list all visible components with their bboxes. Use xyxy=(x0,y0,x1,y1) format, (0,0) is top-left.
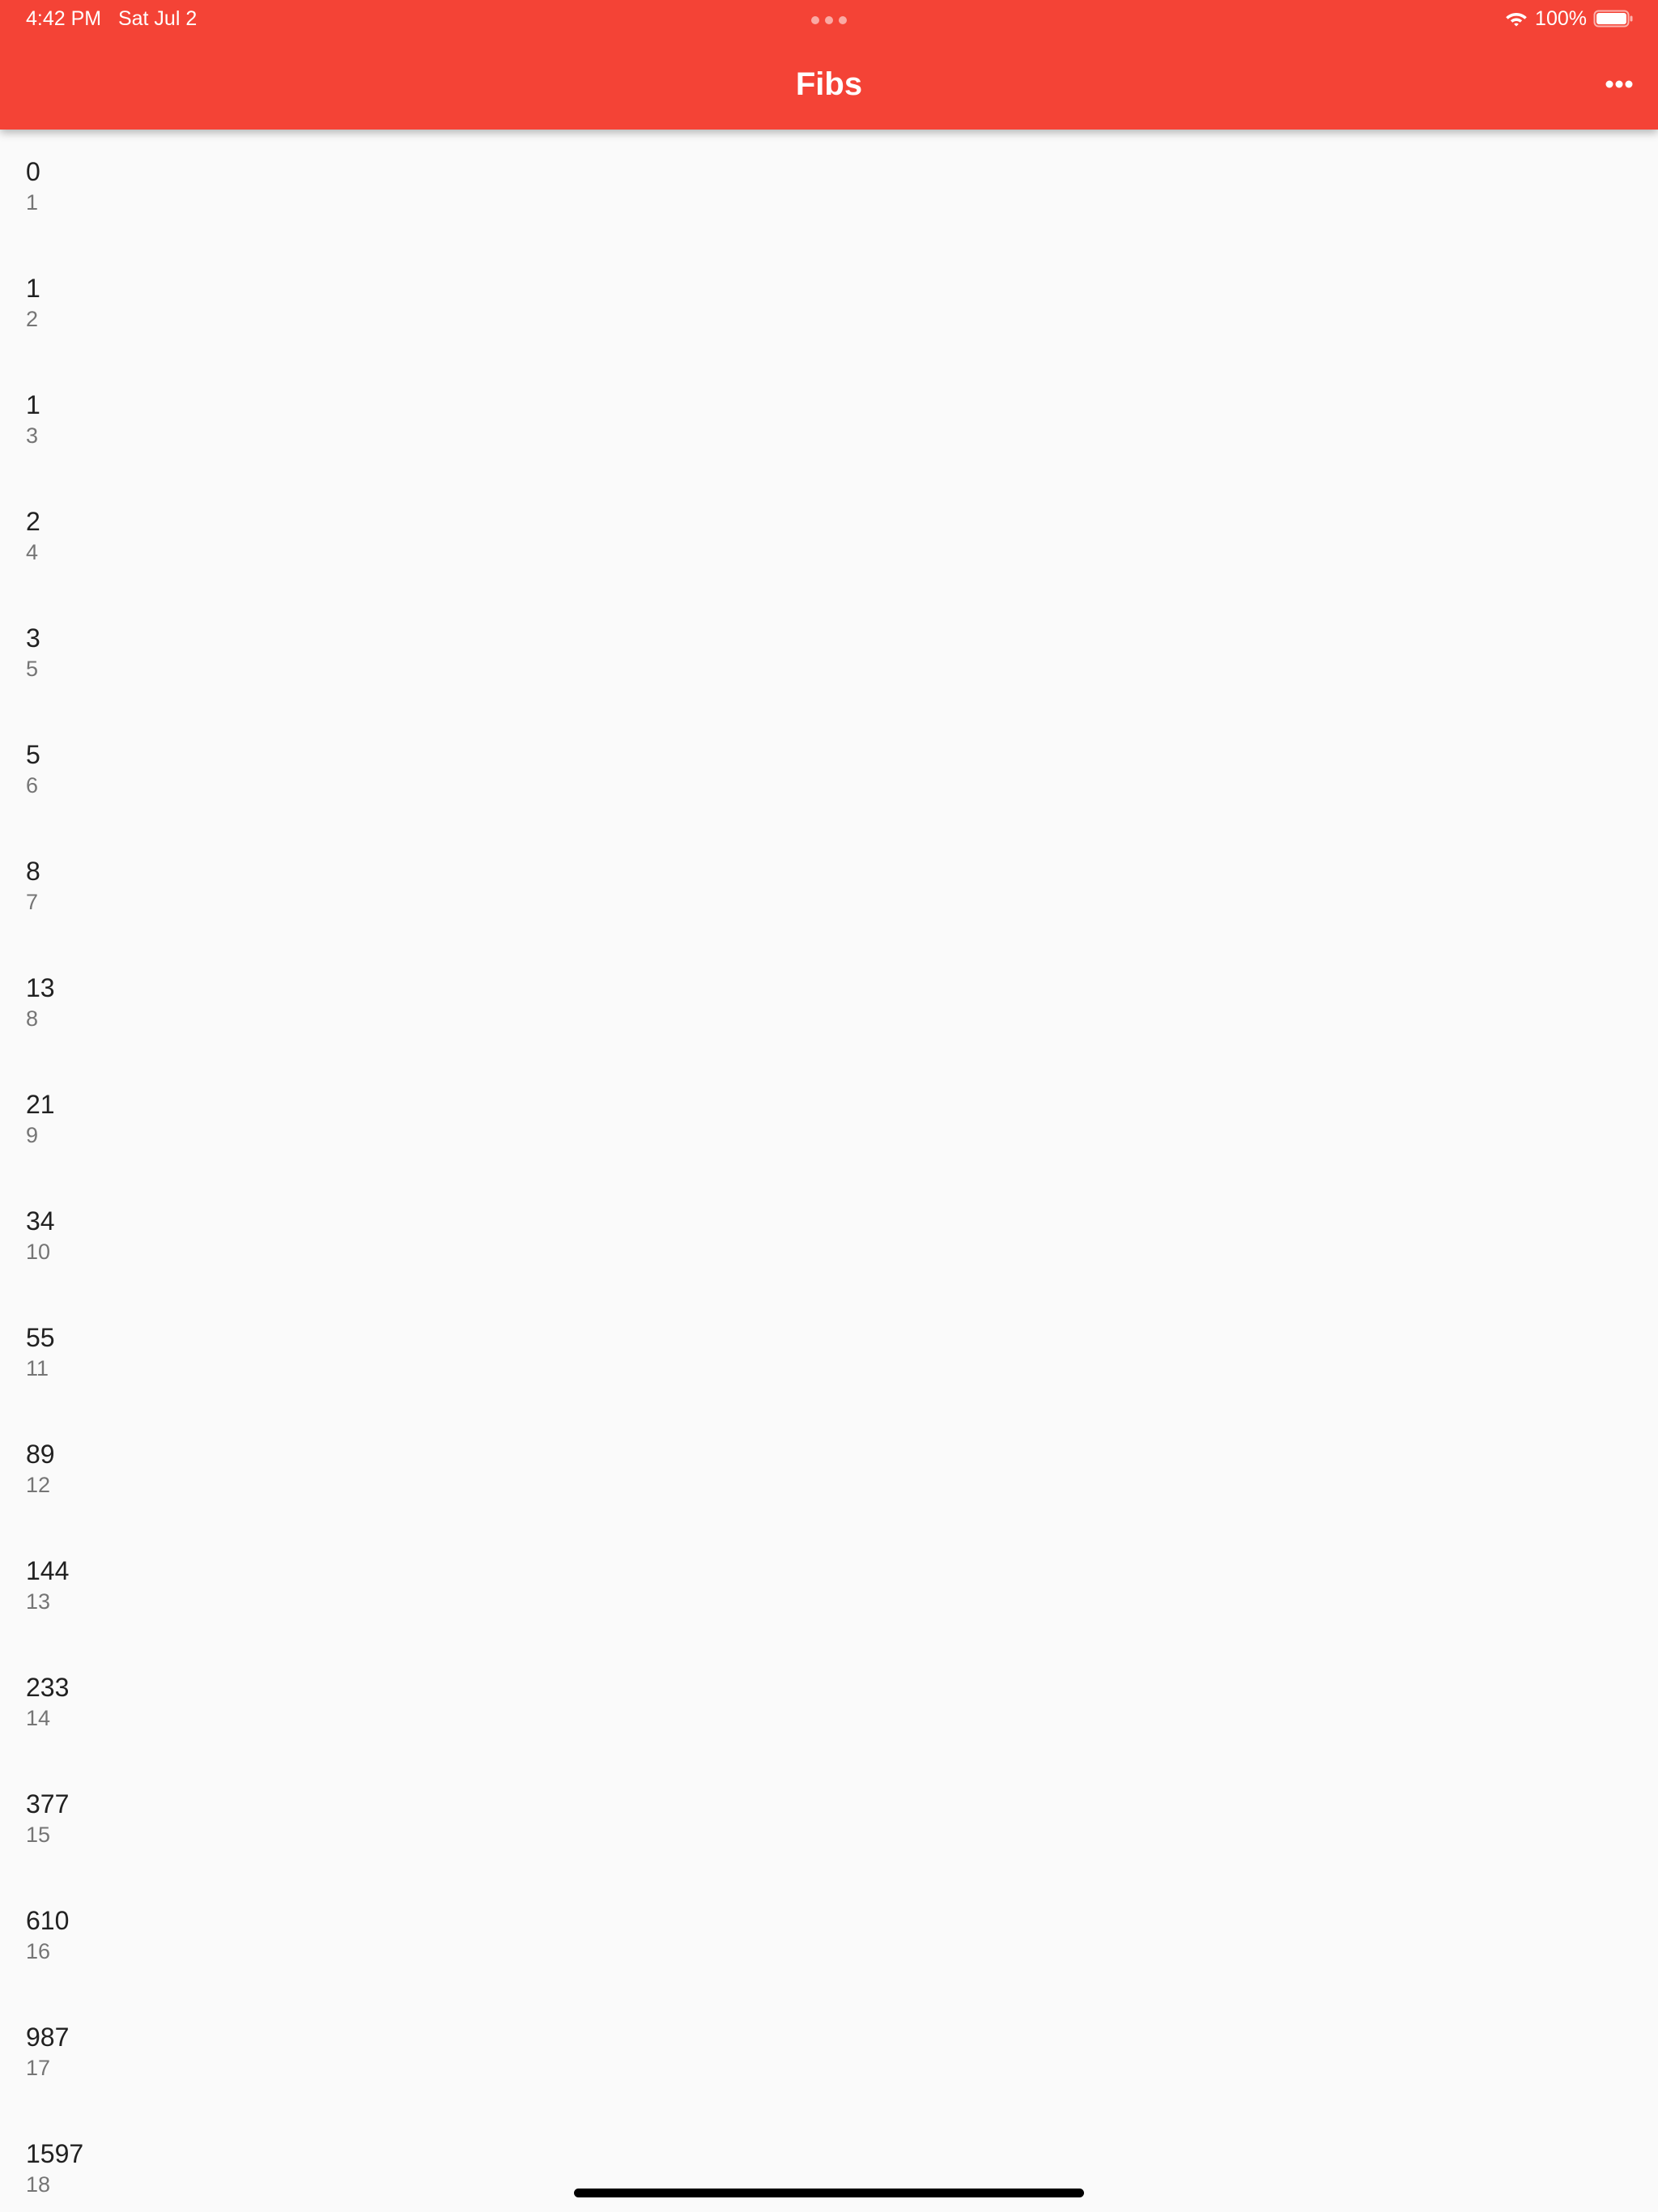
fibonacci-list[interactable]: 0 1 1 2 1 3 2 4 3 5 5 6 8 7 13 8 21 9 34 10 55 11 89 12 144 13 233… xyxy=(0,130,1658,2212)
page-title: Fibs xyxy=(795,66,863,102)
status-time-date: 4:42 PM Sat Jul 2 xyxy=(26,7,198,30)
list-item-subtitle: 1 xyxy=(26,190,39,215)
list-item-title: 610 xyxy=(26,1906,70,1935)
list-item-subtitle: 6 xyxy=(26,773,39,798)
list-item-title: 987 xyxy=(26,2023,70,2052)
app-bar: 4:42 PM Sat Jul 2 100% Fibs xyxy=(0,0,1658,130)
list-item-title: 55 xyxy=(26,1323,55,1352)
list-item-title: 1 xyxy=(26,274,40,303)
list-item-subtitle: 8 xyxy=(26,1006,39,1031)
list-item-title: 1 xyxy=(26,390,40,419)
list-item[interactable]: 87 xyxy=(0,829,1658,946)
list-item[interactable]: 144 13 xyxy=(0,1529,1658,1645)
battery-icon xyxy=(1593,10,1633,28)
list-item[interactable]: 56 xyxy=(0,713,1658,829)
list-item[interactable]: 24 xyxy=(0,479,1658,596)
list-item-subtitle: 7 xyxy=(26,890,39,914)
list-item-subtitle: 17 xyxy=(26,2056,51,2080)
battery-percentage: 100% xyxy=(1535,7,1587,30)
multitasking-dots-icon[interactable] xyxy=(811,16,847,24)
list-item-title: 1597 xyxy=(26,2139,84,2168)
list-item[interactable]: 21 9 xyxy=(0,1062,1658,1179)
wifi-icon xyxy=(1506,13,1527,27)
more-options-button[interactable] xyxy=(1588,62,1650,107)
list-item[interactable]: 987 17 xyxy=(0,1995,1658,2112)
list-item-title: 89 xyxy=(26,1440,55,1469)
home-indicator[interactable] xyxy=(574,2189,1084,2197)
list-item-title: 34 xyxy=(26,1206,55,1236)
list-item[interactable]: 01 xyxy=(0,130,1658,246)
list-item-title: 144 xyxy=(26,1556,70,1585)
list-item-subtitle: 15 xyxy=(26,1823,51,1847)
list-item-subtitle: 2 xyxy=(26,307,39,331)
more-horizontal-icon xyxy=(1605,80,1633,88)
list-item-subtitle: 16 xyxy=(26,1939,51,1963)
list-item-subtitle: 4 xyxy=(26,540,39,564)
list-item-title: 2 xyxy=(26,507,40,536)
list-item-subtitle: 10 xyxy=(26,1240,51,1264)
list-item-title: 21 xyxy=(26,1090,55,1119)
list-item-title: 3 xyxy=(26,623,40,653)
list-item[interactable]: 35 xyxy=(0,596,1658,713)
list-item-subtitle: 5 xyxy=(26,657,39,681)
list-item-subtitle: 11 xyxy=(26,1356,49,1380)
list-item-title: 377 xyxy=(26,1789,70,1819)
list-item-subtitle: 3 xyxy=(26,423,39,448)
list-item[interactable]: 377 15 xyxy=(0,1762,1658,1878)
list-item-subtitle: 14 xyxy=(26,1706,51,1730)
status-indicators: 100% xyxy=(1504,6,1634,31)
list-item[interactable]: 12 xyxy=(0,246,1658,363)
list-item[interactable]: 34 10 xyxy=(0,1179,1658,1295)
list-item[interactable]: 233 14 xyxy=(0,1645,1658,1762)
list-item-title: 8 xyxy=(26,857,40,886)
list-item[interactable]: 55 11 xyxy=(0,1295,1658,1412)
list-item[interactable]: 610 16 xyxy=(0,1878,1658,1995)
list-item-subtitle: 9 xyxy=(26,1123,39,1147)
list-item[interactable]: 13 8 xyxy=(0,946,1658,1062)
list-item[interactable]: 89 12 xyxy=(0,1412,1658,1529)
list-item-title: 233 xyxy=(26,1673,70,1702)
list-item-title: 13 xyxy=(26,973,55,1002)
list-item-title: 5 xyxy=(26,740,40,769)
list-item-subtitle: 13 xyxy=(26,1589,51,1614)
list-item[interactable]: 13 xyxy=(0,363,1658,479)
list-item-subtitle: 12 xyxy=(26,1473,51,1497)
list-item-title: 0 xyxy=(26,157,40,186)
